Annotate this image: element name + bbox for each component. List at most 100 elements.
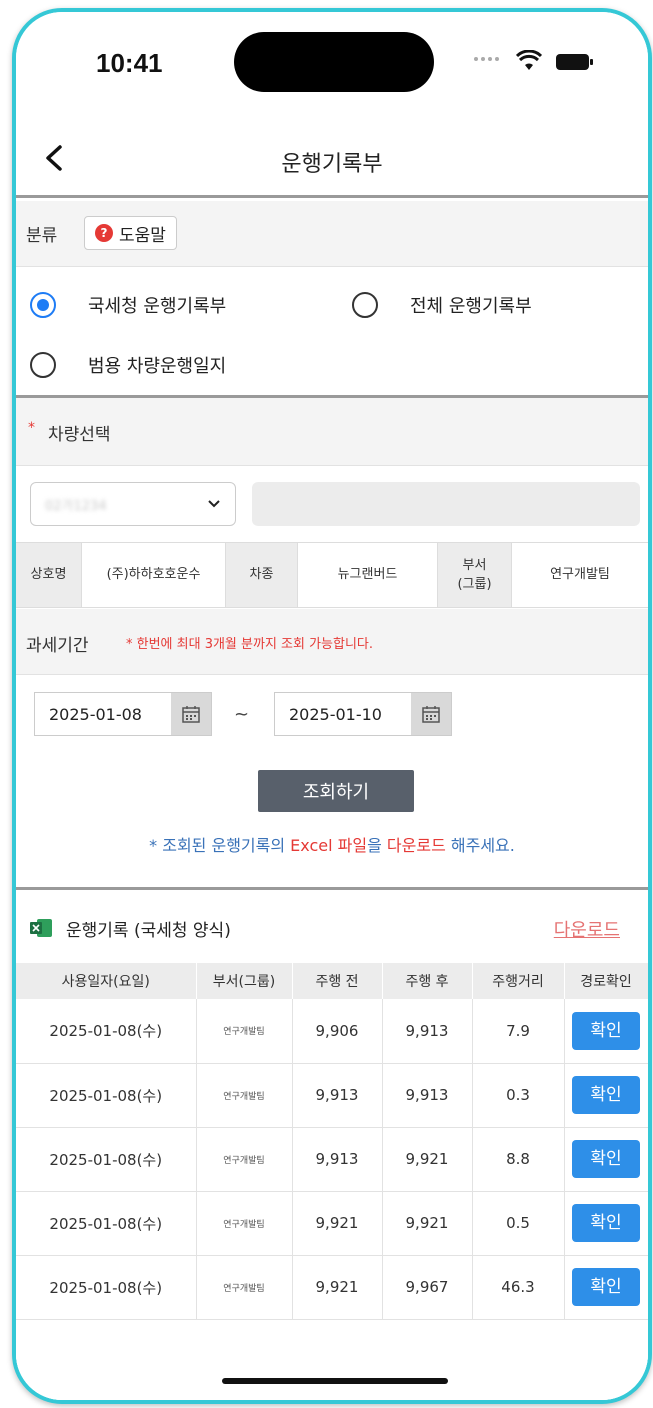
note-text: 을 — [367, 836, 387, 855]
cell-after: 9,913 — [382, 1063, 473, 1128]
battery-icon — [556, 54, 593, 70]
cell-after: 9,913 — [382, 999, 473, 1064]
cell-action: 확인 — [564, 1127, 648, 1192]
radio-label: 국세청 운행기록부 — [88, 296, 227, 317]
chevron-down-icon — [208, 500, 220, 508]
radio-unselected-icon — [30, 352, 56, 378]
cell-date: 2025-01-08(수) — [16, 1191, 197, 1256]
cell-dept: 연구개발팀 — [196, 1063, 293, 1128]
cell-distance: 0.5 — [472, 1191, 565, 1256]
download-link[interactable]: 다운로드 — [554, 916, 620, 942]
help-label: 도움말 — [119, 225, 166, 246]
cell-date: 2025-01-08(수) — [16, 1255, 197, 1320]
calendar-icon[interactable] — [171, 693, 211, 735]
cell-distance: 46.3 — [472, 1255, 565, 1320]
end-date-value: 2025-01-10 — [289, 704, 382, 724]
confirm-button[interactable]: 확인 — [572, 1140, 640, 1178]
column-header: 부서(그룹) — [196, 963, 293, 999]
dynamic-island — [234, 32, 434, 92]
column-header: 주행거리 — [472, 963, 565, 999]
cell-action: 확인 — [564, 1063, 648, 1128]
car-type-value: 뉴그랜버드 — [298, 543, 438, 607]
home-indicator-area — [16, 1334, 648, 1400]
wifi-icon — [516, 50, 542, 70]
table-row: 2025-01-08(수) 연구개발팀 9,913 9,921 8.8 확인 — [16, 1127, 648, 1192]
question-icon: ? — [95, 224, 113, 242]
column-header: 주행 전 — [292, 963, 383, 999]
vehicle-select-value: 02가1234 — [45, 499, 107, 514]
radio-nts-log[interactable]: 국세청 운행기록부 — [30, 292, 226, 318]
home-indicator[interactable] — [222, 1378, 448, 1384]
period-label: 과세기간 — [26, 636, 89, 656]
cell-dept: 연구개발팀 — [196, 1127, 293, 1192]
cell-dept: 연구개발팀 — [196, 999, 293, 1064]
cell-distance: 0.3 — [472, 1063, 565, 1128]
cell-before: 9,906 — [292, 999, 383, 1064]
cell-date: 2025-01-08(수) — [16, 999, 197, 1064]
note-highlight: Excel 파일 — [290, 836, 368, 855]
query-button[interactable]: 조회하기 — [258, 770, 414, 812]
radio-selected-icon — [30, 292, 56, 318]
column-header: 사용일자(요일) — [16, 963, 197, 999]
cell-date: 2025-01-08(수) — [16, 1063, 197, 1128]
radio-label: 전체 운행기록부 — [410, 296, 532, 317]
table-row: 2025-01-08(수) 연구개발팀 9,913 9,913 0.3 확인 — [16, 1063, 648, 1128]
cell-action: 확인 — [564, 1191, 648, 1256]
confirm-button[interactable]: 확인 — [572, 1268, 640, 1306]
start-date-value: 2025-01-08 — [49, 704, 142, 724]
table-row: 2025-01-08(수) 연구개발팀 9,921 9,921 0.5 확인 — [16, 1191, 648, 1256]
page-title: 운행기록부 — [281, 152, 383, 177]
help-button[interactable]: ? 도움말 — [84, 216, 177, 250]
note-highlight: 다운로드 — [386, 836, 446, 855]
cell-after: 9,921 — [382, 1191, 473, 1256]
status-time: 10:41 — [96, 48, 163, 78]
category-label: 분류 — [26, 226, 58, 246]
cell-before: 9,921 — [292, 1255, 383, 1320]
category-row: 분류 ? 도움말 — [16, 201, 648, 267]
vehicle-row: * 차량선택 — [16, 398, 648, 466]
excel-icon — [30, 919, 52, 937]
nav-bar: 운행기록부 — [16, 118, 648, 198]
cell-before: 9,913 — [292, 1063, 383, 1128]
cell-after: 9,921 — [382, 1127, 473, 1192]
start-date-field[interactable]: 2025-01-08 — [34, 692, 212, 736]
radio-unselected-icon — [352, 292, 378, 318]
car-type-label: 차종 — [226, 543, 298, 607]
records-table: 사용일자(요일) 부서(그룹) 주행 전 주행 후 주행거리 경로확인 2025… — [16, 963, 648, 1320]
company-label: 상호명 — [16, 543, 82, 607]
end-date-field[interactable]: 2025-01-10 — [274, 692, 452, 736]
cell-distance: 7.9 — [472, 999, 565, 1064]
table-row: 2025-01-08(수) 연구개발팀 9,906 9,913 7.9 확인 — [16, 999, 648, 1064]
required-mark: * — [28, 420, 35, 436]
cell-dept: 연구개발팀 — [196, 1191, 293, 1256]
vehicle-info-table: 상호명 (주)하하호호운수 차종 뉴그랜버드 부서 (그룹) 연구개발팀 — [16, 542, 648, 608]
cell-before: 9,921 — [292, 1191, 383, 1256]
records-title: 운행기록 (국세청 양식) — [66, 921, 231, 941]
radio-general-log[interactable]: 범용 차량운행일지 — [30, 352, 226, 378]
radio-all-log[interactable]: 전체 운행기록부 — [352, 292, 532, 318]
period-row: 과세기간 * 한번에 최대 3개월 분까지 조회 가능합니다. — [16, 609, 648, 675]
radio-label: 범용 차량운행일지 — [88, 356, 227, 377]
note-text: * 조회된 운행기록의 — [149, 836, 291, 855]
cell-action: 확인 — [564, 999, 648, 1064]
screen: 10:41 운행기록부 분류 ? 도움말 국세청 운행기록부 전체 운행기록부 … — [16, 12, 648, 1400]
note-text: 해주세요. — [445, 836, 515, 855]
calendar-icon[interactable] — [411, 693, 451, 735]
dept-label: 부서 (그룹) — [438, 543, 512, 607]
device-frame: 10:41 운행기록부 분류 ? 도움말 국세청 운행기록부 전체 운행기록부 … — [12, 8, 652, 1404]
cell-before: 9,913 — [292, 1127, 383, 1192]
date-separator: ~ — [234, 704, 250, 725]
confirm-button[interactable]: 확인 — [572, 1011, 640, 1050]
vehicle-label: 차량선택 — [48, 425, 111, 445]
confirm-button[interactable]: 확인 — [572, 1204, 640, 1242]
period-note: * 한번에 최대 3개월 분까지 조회 가능합니다. — [126, 637, 374, 652]
cell-date: 2025-01-08(수) — [16, 1127, 197, 1192]
download-note: * 조회된 운행기록의 Excel 파일을 다운로드 해주세요. — [16, 832, 648, 856]
cell-distance: 8.8 — [472, 1127, 565, 1192]
table-header-row: 사용일자(요일) 부서(그룹) 주행 전 주행 후 주행거리 경로확인 — [16, 963, 648, 999]
vehicle-model-field — [252, 482, 640, 526]
confirm-button[interactable]: 확인 — [572, 1076, 640, 1114]
vehicle-select[interactable]: 02가1234 — [30, 482, 236, 526]
table-row: 2025-01-08(수) 연구개발팀 9,921 9,967 46.3 확인 — [16, 1255, 648, 1320]
company-value: (주)하하호호운수 — [82, 543, 226, 607]
